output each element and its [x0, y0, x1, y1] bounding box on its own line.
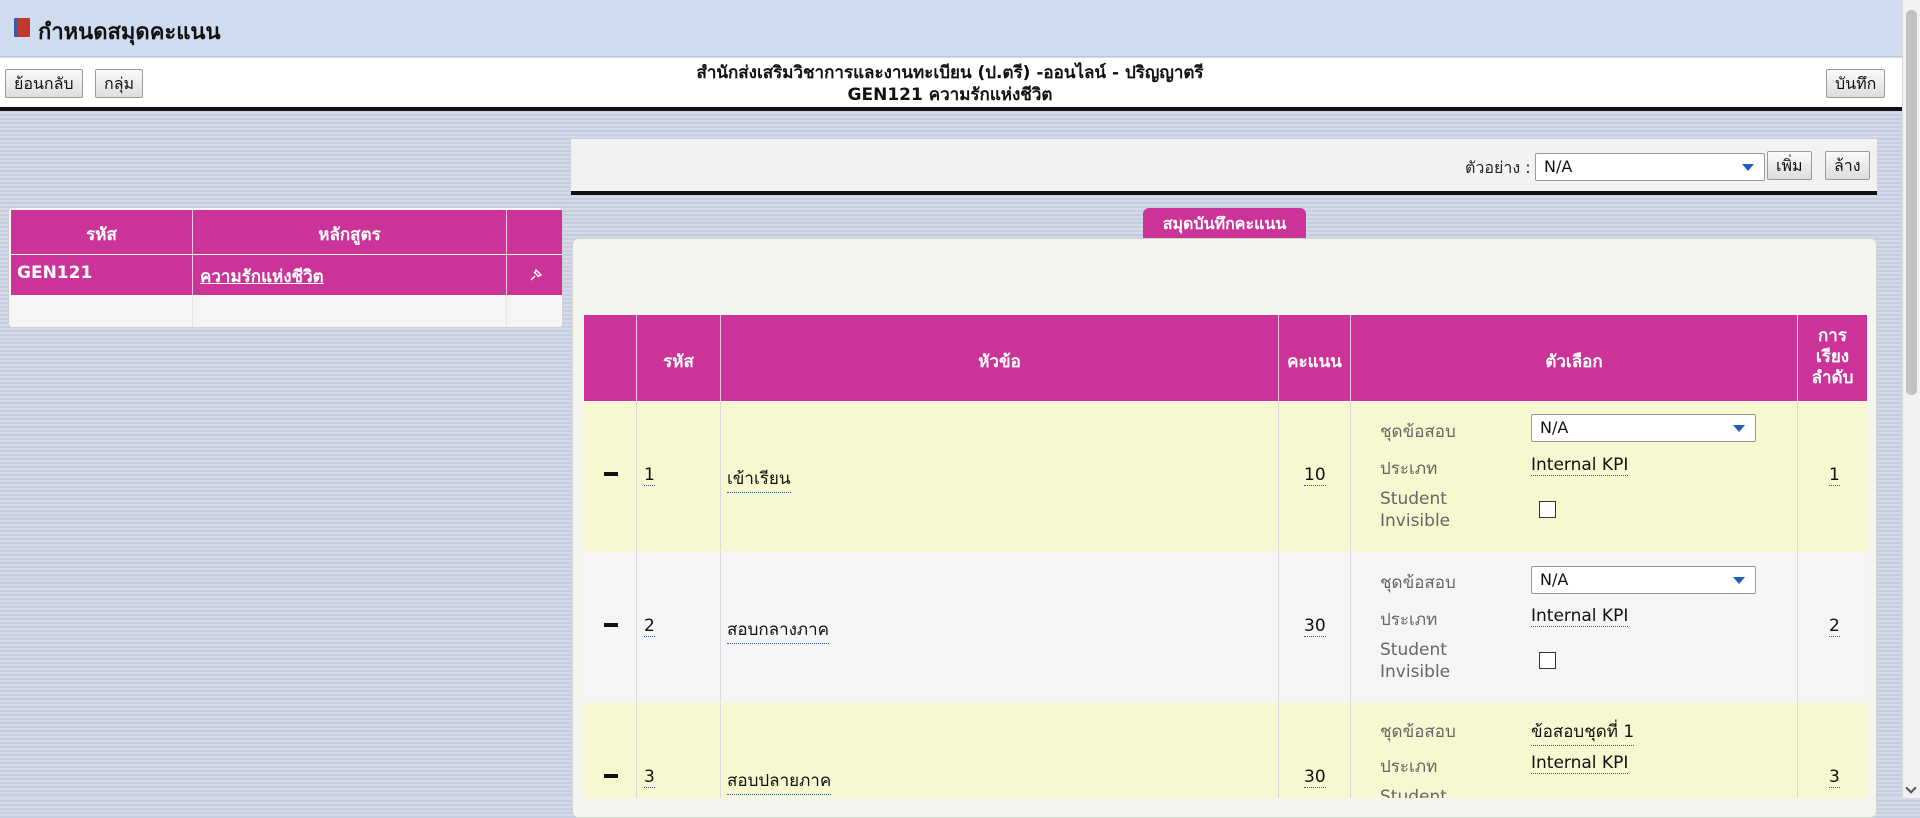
tab-gradebook[interactable]: สมุดบันทึกคะแนน [1143, 208, 1306, 239]
row-topic[interactable]: สอบกลางภาค [727, 616, 830, 644]
student-label-line-1: Student [1380, 489, 1447, 509]
remove-icon[interactable] [604, 623, 618, 627]
exam-set-value: N/A [1540, 418, 1569, 437]
title-bar: กำหนดสมุดคะแนน [0, 0, 1902, 57]
col-topic-header: หัวข้อ [978, 352, 1021, 372]
student-label-line-2: Invisible [1380, 662, 1451, 682]
row-code[interactable]: 2 [644, 616, 655, 637]
student-label-line-2: Invisible [1380, 511, 1451, 531]
gradebook-table-header: รหัส หัวข้อ คะแนน ตัวเลือก การ เรียง ลำด… [584, 315, 1867, 401]
pin-icon[interactable] [529, 268, 543, 282]
type-label: ประเภท [1380, 610, 1438, 630]
course-row: GEN121 ความรักแห่งชีวิต [11, 255, 562, 295]
example-select-value: N/A [1544, 157, 1573, 176]
course-code: GEN121 [17, 263, 93, 283]
header-line-1: สำนักส่งเสริมวิชาการและงานทะเบียน (ป.ตรี… [696, 63, 1204, 83]
row-topic[interactable]: เข้าเรียน [727, 465, 791, 493]
back-button[interactable]: ย้อนกลับ [5, 69, 83, 98]
exam-set-label: ชุดข้อสอบ [1380, 422, 1456, 442]
student-label-line-1: Student [1380, 640, 1447, 660]
course-header: หลักสูตร [318, 225, 381, 245]
row-code[interactable]: 3 [644, 767, 655, 788]
row-score[interactable]: 30 [1304, 616, 1326, 637]
student-invisible-label: Student [1380, 787, 1447, 798]
header-title: สำนักส่งเสริมวิชาการและงานทะเบียน (ป.ตรี… [560, 62, 1340, 106]
order-header-line-2: เรียง [1815, 347, 1850, 367]
clear-button[interactable]: ล้าง [1825, 151, 1870, 180]
example-label: ตัวอย่าง : [1465, 158, 1531, 177]
row-order[interactable]: 1 [1829, 465, 1840, 486]
scrollbar-thumb[interactable] [1906, 10, 1917, 395]
exam-set-value: N/A [1540, 570, 1569, 589]
page-scrollbar[interactable] [1902, 0, 1920, 798]
course-table-header: รหัส หลักสูตร [11, 210, 562, 254]
row-score[interactable]: 30 [1304, 767, 1326, 788]
exam-set-label: ชุดข้อสอบ [1380, 573, 1456, 593]
table-row: 2 สอบกลางภาค 30 ชุดข้อสอบ N/A ประเภท Int… [584, 552, 1867, 702]
course-empty-row [11, 296, 562, 327]
row-order[interactable]: 2 [1829, 616, 1840, 637]
exam-set-value[interactable]: ข้อสอบชุดที่ 1 [1531, 718, 1635, 746]
header-line-2: GEN121 ความรักแห่งชีวิต [847, 85, 1053, 105]
student-invisible-checkbox[interactable] [1539, 652, 1556, 669]
save-button[interactable]: บันทึก [1826, 69, 1886, 98]
book-icon [14, 18, 30, 37]
row-topic[interactable]: สอบปลายภาค [727, 767, 832, 795]
type-value[interactable]: Internal KPI [1531, 753, 1629, 774]
remove-icon[interactable] [604, 774, 618, 778]
type-value[interactable]: Internal KPI [1531, 455, 1629, 476]
exam-set-select[interactable]: N/A [1531, 414, 1756, 442]
col-order-header: การ เรียง ลำดับ [1798, 326, 1867, 389]
add-button[interactable]: เพิ่ม [1767, 151, 1812, 180]
course-panel: รหัส หลักสูตร GEN121 ความรักแห่งชีวิต [8, 207, 563, 328]
course-name-link[interactable]: ความรักแห่งชีวิต [200, 263, 324, 290]
type-label: ประเภท [1380, 459, 1438, 479]
row-order[interactable]: 3 [1829, 767, 1840, 788]
col-options-header: ตัวเลือก [1545, 352, 1603, 372]
row-code[interactable]: 1 [644, 465, 655, 486]
student-invisible-label: Student Invisible [1380, 488, 1450, 532]
page-title: กำหนดสมุดคะแนน [38, 20, 221, 45]
example-select[interactable]: N/A [1535, 153, 1765, 181]
type-label: ประเภท [1380, 757, 1438, 777]
chevron-down-icon [1742, 164, 1754, 171]
order-header-line-1: การ [1818, 326, 1847, 346]
col-code-header: รหัส [663, 352, 694, 372]
student-invisible-label: Student Invisible [1380, 639, 1450, 683]
header-bar: ย้อนกลับ กลุ่ม สำนักส่งเสริมวิชาการและงา… [0, 58, 1902, 111]
type-value[interactable]: Internal KPI [1531, 606, 1629, 627]
exam-set-label: ชุดข้อสอบ [1380, 722, 1456, 742]
table-row: 3 สอบปลายภาค 30 ชุดข้อสอบ ข้อสอบชุดที่ 1… [584, 703, 1867, 798]
col-score-header: คะแนน [1287, 352, 1342, 372]
chevron-down-icon [1733, 425, 1745, 432]
row-score[interactable]: 10 [1304, 465, 1326, 486]
group-button[interactable]: กลุ่ม [95, 69, 144, 98]
scroll-down-icon[interactable] [1905, 782, 1917, 794]
student-invisible-checkbox[interactable] [1539, 501, 1556, 518]
order-header-line-3: ลำดับ [1811, 368, 1854, 388]
remove-icon[interactable] [604, 472, 618, 476]
exam-set-select[interactable]: N/A [1531, 566, 1756, 594]
table-row: 1 เข้าเรียน 10 ชุดข้อสอบ N/A ประเภท Inte… [584, 402, 1867, 551]
code-header: รหัส [86, 225, 117, 245]
example-toolbar: ตัวอย่าง : N/A เพิ่ม ล้าง [571, 139, 1877, 195]
chevron-down-icon [1733, 577, 1745, 584]
